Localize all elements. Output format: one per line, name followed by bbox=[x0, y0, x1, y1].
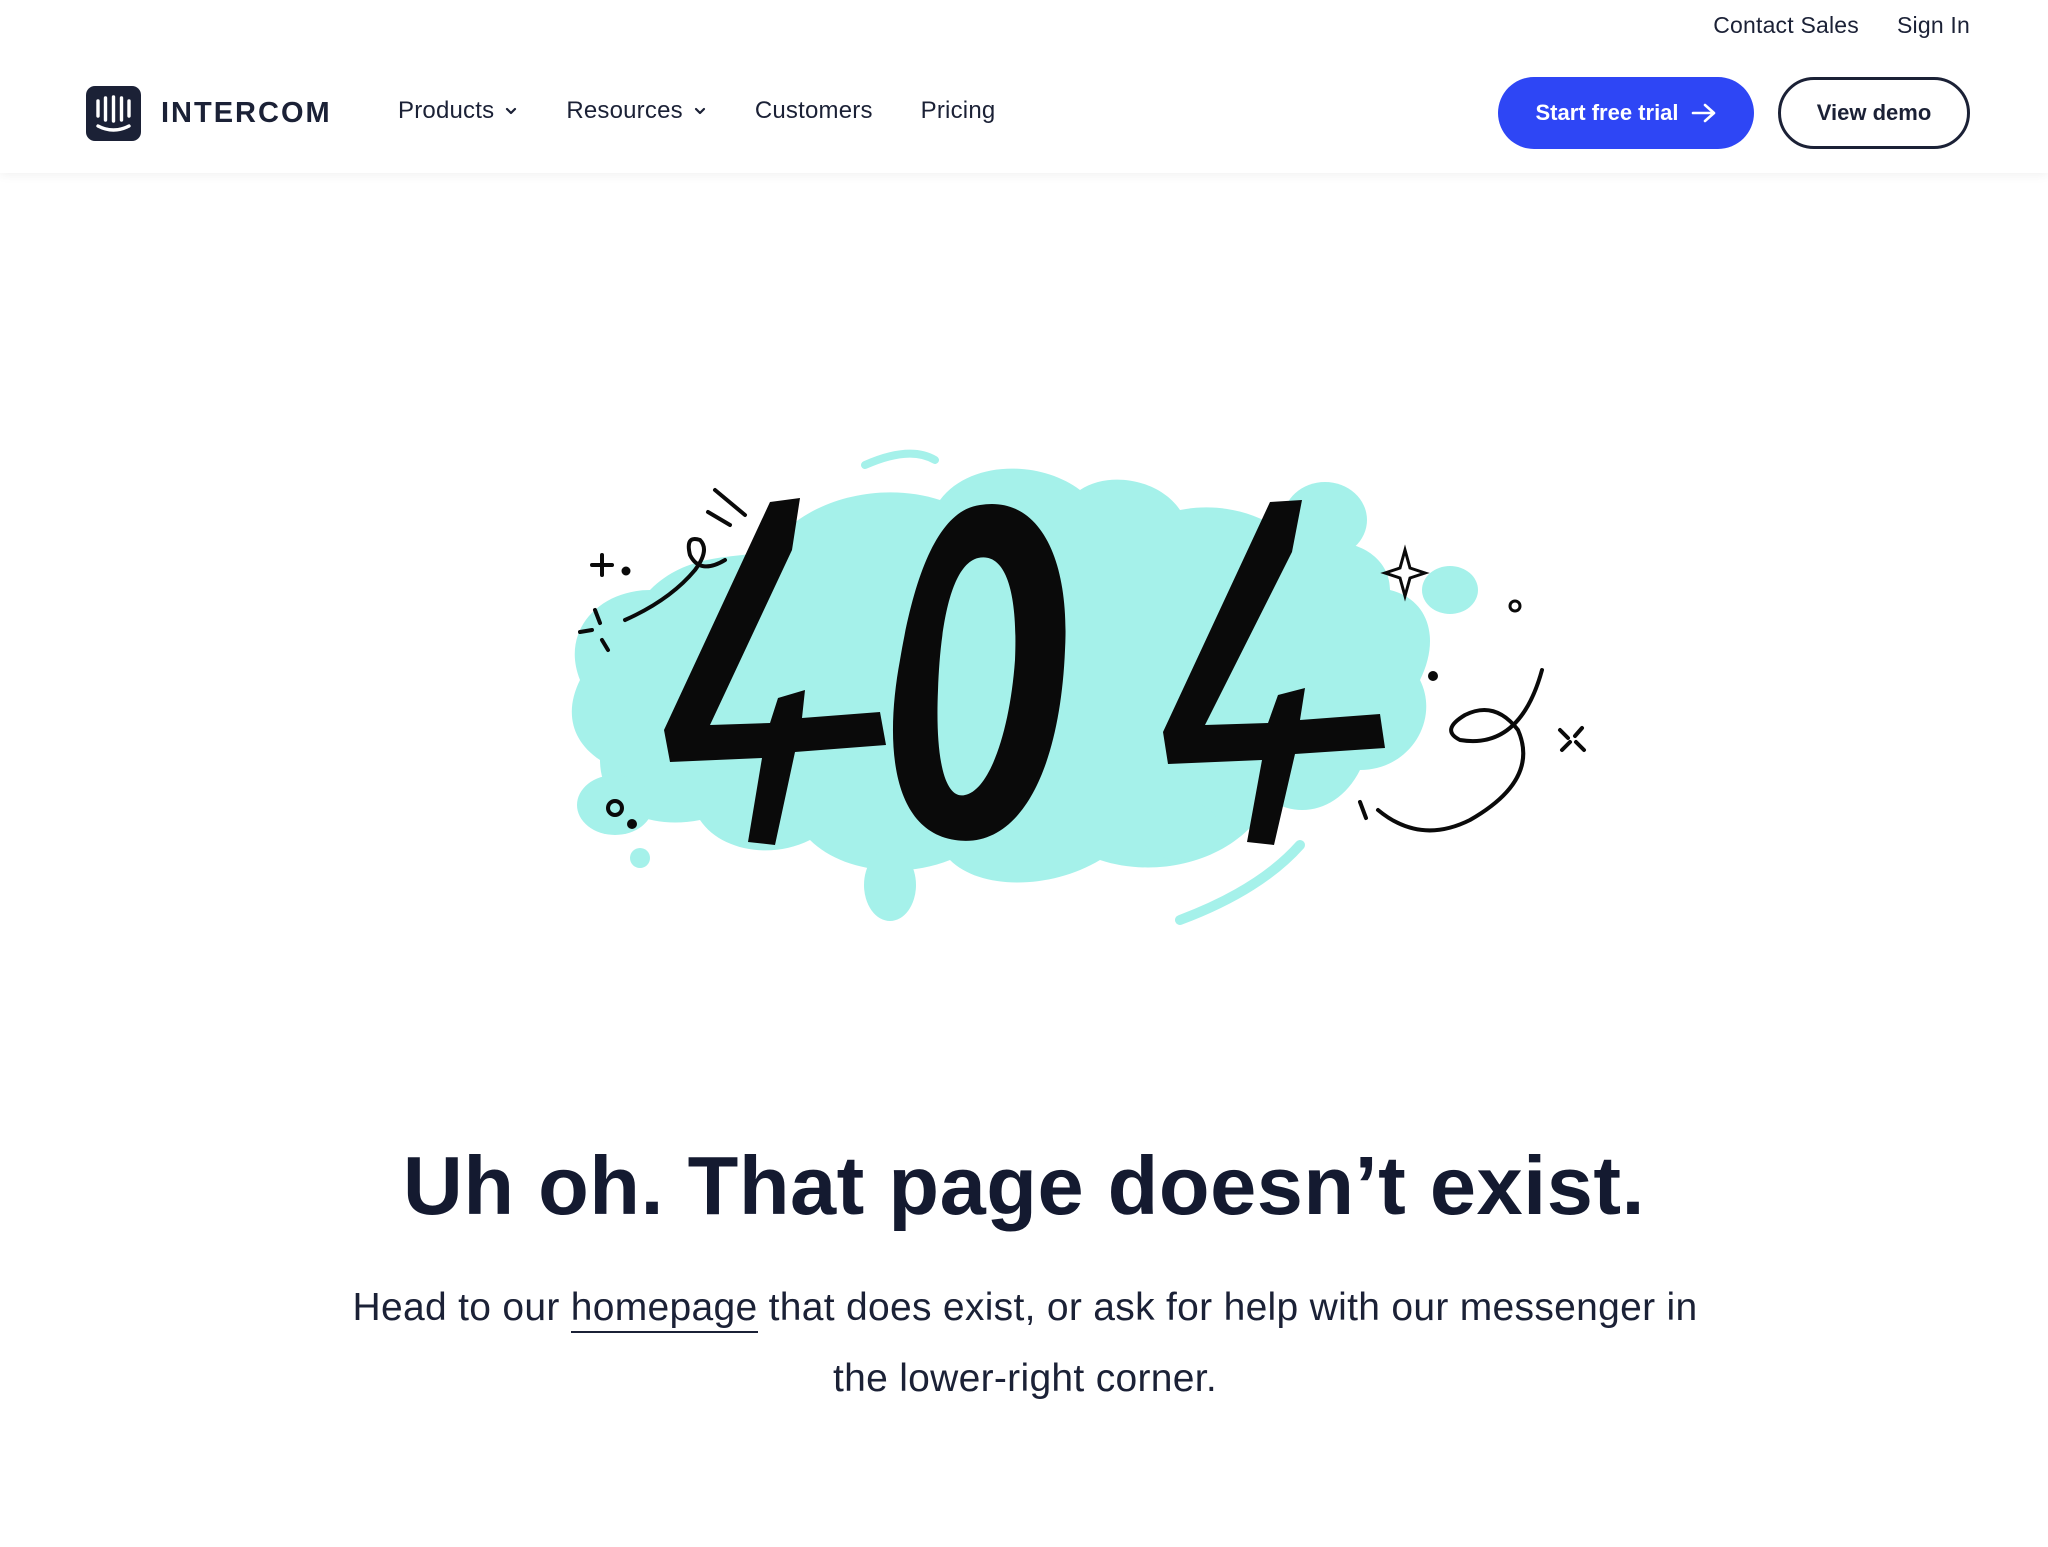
start-free-trial-button[interactable]: Start free trial bbox=[1498, 77, 1754, 149]
arrow-right-icon bbox=[1691, 103, 1715, 123]
nav-products[interactable]: Products bbox=[398, 97, 518, 125]
nav-resources-label: Resources bbox=[566, 97, 683, 124]
intercom-logo[interactable]: INTERCOM bbox=[86, 86, 332, 141]
view-demo-label: View demo bbox=[1816, 100, 1932, 125]
sign-in-link[interactable]: Sign In bbox=[1897, 12, 1970, 39]
main-nav: Products Resources Customers Pricing bbox=[398, 97, 995, 125]
intercom-logo-icon bbox=[86, 86, 141, 141]
error-heading: Uh oh. That page doesn’t exist. bbox=[402, 1139, 1646, 1232]
start-free-trial-label: Start free trial bbox=[1535, 100, 1679, 125]
nav-customers[interactable]: Customers bbox=[755, 97, 873, 125]
site-header: Contact Sales Sign In INTERCOM Products bbox=[0, 0, 2048, 173]
error-description-text-3: the lower-right corner. bbox=[832, 1357, 1218, 1400]
logo-wordmark: INTERCOM bbox=[161, 97, 332, 129]
error-description-text-1: Head to our bbox=[352, 1286, 571, 1329]
chevron-down-icon bbox=[694, 107, 705, 115]
contact-sales-link[interactable]: Contact Sales bbox=[1713, 12, 1859, 39]
nav-resources[interactable]: Resources bbox=[566, 97, 707, 125]
404-illustration bbox=[540, 440, 1600, 940]
error-description-text-2: that does exist, or ask for help with ou… bbox=[757, 1286, 1698, 1329]
utility-nav: Contact Sales Sign In bbox=[1713, 12, 1970, 39]
nav-customers-label: Customers bbox=[754, 97, 873, 124]
404-graphic bbox=[571, 449, 1586, 925]
error-description: Head to our homepage that does exist, or… bbox=[260, 1272, 1790, 1414]
chevron-down-icon bbox=[506, 107, 517, 115]
view-demo-button[interactable]: View demo bbox=[1778, 77, 1970, 149]
homepage-link[interactable]: homepage bbox=[570, 1286, 758, 1333]
nav-pricing[interactable]: Pricing bbox=[921, 97, 996, 125]
nav-products-label: Products bbox=[398, 97, 495, 124]
nav-pricing-label: Pricing bbox=[920, 97, 996, 124]
